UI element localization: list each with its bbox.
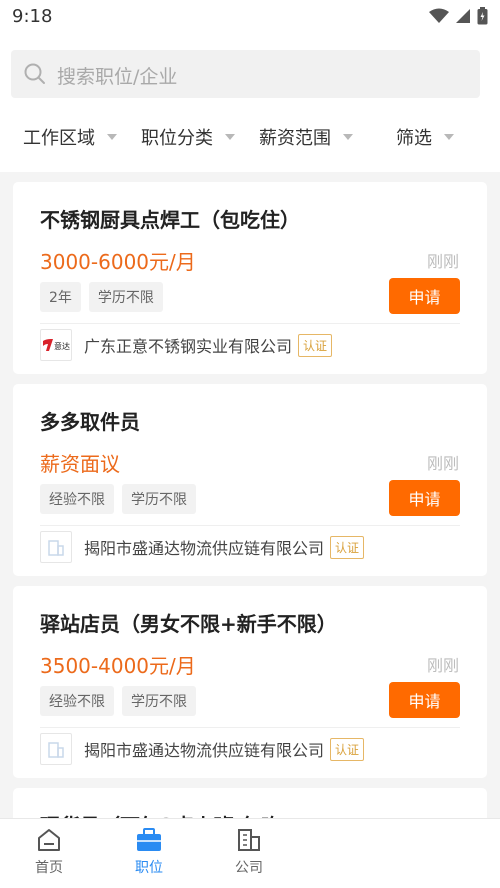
battery-icon — [477, 7, 488, 25]
divider — [40, 727, 460, 728]
caret-down-icon — [343, 134, 353, 140]
verified-badge: 认证 — [330, 535, 365, 559]
job-card[interactable]: 驿站店员（男女不限+新手不限） 3500-4000元/月 刚刚 经验不限 学历不… — [13, 586, 487, 778]
company-name: 广东正意不锈钢实业有限公司 — [84, 337, 293, 356]
company-name: 揭阳市盛通达物流供应链有限公司 — [84, 741, 325, 760]
company-name: 揭阳市盛通达物流供应链有限公司 — [84, 539, 325, 558]
briefcase-icon — [137, 828, 161, 851]
job-salary: 3500-4000元/月 — [40, 654, 196, 678]
caret-down-icon — [225, 134, 235, 140]
job-posted-time: 刚刚 — [426, 454, 459, 473]
filter-salary-label: 薪资范围 — [259, 128, 331, 149]
company-logo-placeholder-icon — [40, 733, 72, 765]
job-title: 多多取件员 — [40, 410, 140, 434]
filter-more[interactable]: 筛选 — [396, 124, 454, 150]
status-time: 9:18 — [12, 6, 53, 27]
job-tag: 经验不限 — [40, 484, 114, 514]
apply-button[interactable]: 申请 — [389, 682, 460, 718]
tab-company[interactable]: 公司 — [219, 827, 279, 877]
company-row[interactable]: 意达 广东正意不锈钢实业有限公司 认证 — [40, 329, 333, 361]
tab-jobs[interactable]: 职位 — [119, 827, 179, 877]
caret-down-icon — [107, 134, 117, 140]
job-card[interactable]: 多多取件员 薪资面议 刚刚 经验不限 学历不限 申请 揭阳市盛通达物流供应链有限… — [13, 384, 487, 576]
job-tag: 2年 — [40, 282, 81, 312]
verified-badge: 认证 — [298, 333, 333, 357]
status-icons — [429, 7, 488, 25]
job-posted-time: 刚刚 — [426, 252, 459, 271]
filter-category[interactable]: 职位分类 — [141, 124, 235, 150]
job-tags: 经验不限 学历不限 — [40, 686, 196, 716]
filter-salary[interactable]: 薪资范围 — [259, 124, 353, 150]
job-title: 驿站店员（男女不限+新手不限） — [40, 612, 337, 636]
home-icon — [38, 829, 60, 851]
job-tag: 经验不限 — [40, 686, 114, 716]
search-icon — [24, 63, 45, 84]
company-logo-placeholder-icon — [40, 531, 72, 563]
company-logo: 意达 — [40, 329, 72, 361]
job-tag: 学历不限 — [122, 484, 196, 514]
tab-home[interactable]: 首页 — [19, 827, 79, 877]
company-row[interactable]: 揭阳市盛通达物流供应链有限公司 认证 — [40, 733, 365, 765]
tab-company-label: 公司 — [235, 860, 263, 876]
job-card[interactable]: 不锈钢厨具点焊工（包吃住） 3000-6000元/月 刚刚 2年 学历不限 申请… — [13, 182, 487, 374]
filter-category-label: 职位分类 — [141, 128, 213, 149]
svg-text:意达: 意达 — [54, 341, 70, 351]
wifi-icon — [429, 8, 449, 23]
tab-jobs-label: 职位 — [135, 860, 163, 876]
search-placeholder: 搜索职位/企业 — [57, 66, 178, 88]
bottom-tab-bar: 首页 职位 公司 — [0, 818, 500, 888]
filter-area-label: 工作区域 — [23, 128, 95, 149]
search-input[interactable]: 搜索职位/企业 — [11, 50, 480, 98]
filter-bar: 工作区域 职位分类 薪资范围 筛选 — [0, 114, 500, 160]
job-title: 不锈钢厨具点焊工（包吃住） — [40, 208, 300, 232]
building-icon — [238, 829, 260, 851]
filter-more-label: 筛选 — [396, 128, 432, 149]
apply-button[interactable]: 申请 — [389, 278, 460, 314]
job-salary: 3000-6000元/月 — [40, 250, 196, 274]
caret-down-icon — [444, 134, 454, 140]
job-tags: 经验不限 学历不限 — [40, 484, 196, 514]
filter-area[interactable]: 工作区域 — [23, 124, 117, 150]
verified-badge: 认证 — [330, 737, 365, 761]
job-tag: 学历不限 — [122, 686, 196, 716]
signal-icon — [456, 9, 470, 23]
divider — [40, 323, 460, 324]
status-bar: 9:18 — [0, 0, 500, 34]
job-tags: 2年 学历不限 — [40, 282, 163, 312]
job-salary: 薪资面议 — [40, 452, 120, 476]
tab-home-label: 首页 — [35, 860, 63, 876]
company-row[interactable]: 揭阳市盛通达物流供应链有限公司 认证 — [40, 531, 365, 563]
divider — [40, 525, 460, 526]
apply-button[interactable]: 申请 — [389, 480, 460, 516]
header-area: 搜索职位/企业 工作区域 职位分类 薪资范围 筛选 — [0, 34, 500, 172]
job-posted-time: 刚刚 — [426, 656, 459, 675]
job-tag: 学历不限 — [88, 282, 163, 312]
